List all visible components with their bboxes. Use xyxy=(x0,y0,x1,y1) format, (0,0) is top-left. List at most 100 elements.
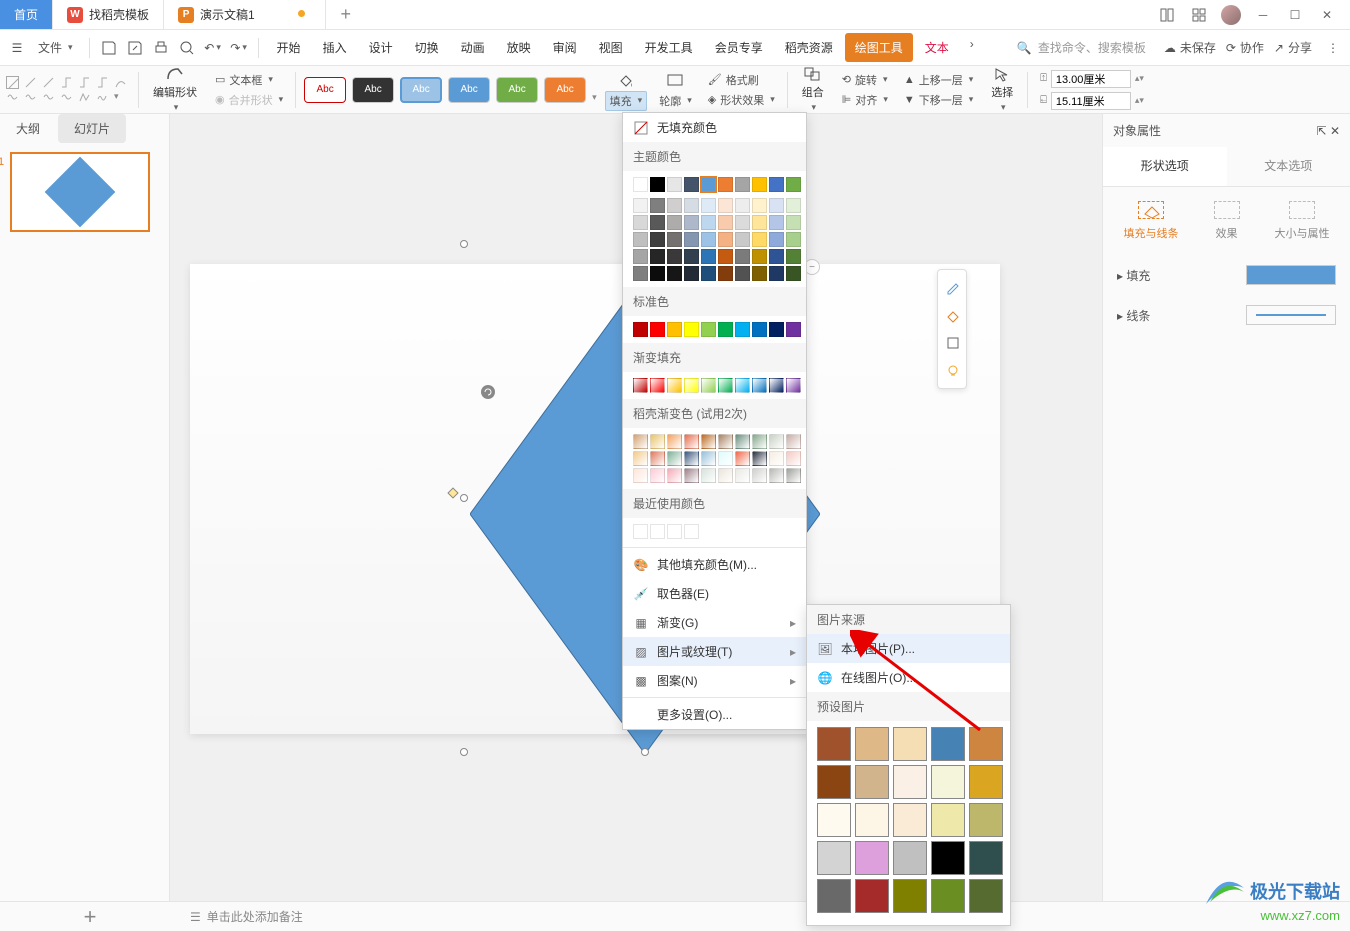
color-swatch[interactable] xyxy=(667,249,682,264)
tab-member[interactable]: 会员专享 xyxy=(705,33,773,62)
color-swatch[interactable] xyxy=(650,322,665,337)
color-swatch[interactable] xyxy=(769,177,784,192)
gradient-swatch[interactable] xyxy=(735,451,750,466)
edit-shape-button[interactable]: 编辑形状 xyxy=(147,64,203,115)
connector-icon[interactable] xyxy=(60,76,73,89)
pattern-item[interactable]: ▩图案(N)▸ xyxy=(623,666,806,695)
tab-design[interactable]: 设计 xyxy=(359,33,403,62)
line-section[interactable]: ▸ 线条 xyxy=(1103,295,1350,335)
color-swatch[interactable] xyxy=(752,322,767,337)
notes-placeholder[interactable]: ☰ 单击此处添加备注 xyxy=(190,908,303,925)
tab-slideshow[interactable]: 放映 xyxy=(497,33,541,62)
texture-swatch[interactable] xyxy=(969,841,1003,875)
color-swatch[interactable] xyxy=(701,232,716,247)
other-fill-item[interactable]: 🎨其他填充颜色(M)... xyxy=(623,550,806,579)
redo-icon[interactable]: ↷ xyxy=(228,37,250,59)
color-swatch[interactable] xyxy=(650,249,665,264)
shadow-icon[interactable] xyxy=(942,332,964,354)
style-preset-3[interactable]: Abc xyxy=(400,77,442,103)
fill-dropdown-button[interactable]: 填充 xyxy=(605,91,648,111)
tab-presentation[interactable]: P 演示文稿1 xyxy=(164,0,326,29)
texture-swatch[interactable] xyxy=(817,879,851,913)
color-swatch[interactable] xyxy=(667,177,682,192)
connector-icon[interactable] xyxy=(78,76,91,89)
style-preset-4[interactable]: Abc xyxy=(448,77,490,103)
line-style-preview[interactable] xyxy=(1246,305,1336,325)
texture-swatch[interactable] xyxy=(931,841,965,875)
color-swatch[interactable] xyxy=(752,198,767,213)
color-swatch[interactable] xyxy=(786,266,801,281)
gradient-swatch[interactable] xyxy=(650,434,665,449)
texture-swatch[interactable] xyxy=(817,803,851,837)
local-picture-item[interactable]: 🖼本地图片(P)... xyxy=(807,634,1010,663)
text-options-tab[interactable]: 文本选项 xyxy=(1227,147,1350,186)
new-tab-button[interactable]: + xyxy=(326,0,366,29)
gallery-expand-icon[interactable]: ▾ xyxy=(114,91,130,104)
gradient-swatch[interactable] xyxy=(633,451,648,466)
fill-section[interactable]: ▸ 填充 xyxy=(1103,255,1350,295)
gradient-swatch[interactable] xyxy=(633,378,648,393)
curve-icon[interactable] xyxy=(60,91,73,104)
gallery-expand-icon[interactable]: ▾ xyxy=(592,92,597,103)
texture-swatch[interactable] xyxy=(855,803,889,837)
gradient-swatch[interactable] xyxy=(667,451,682,466)
texture-swatch[interactable] xyxy=(969,765,1003,799)
color-swatch[interactable] xyxy=(701,322,716,337)
close-button[interactable]: ✕ xyxy=(1312,1,1342,29)
text-box-button[interactable]: ▭文本框 xyxy=(211,71,287,89)
rotate-button[interactable]: ⟲旋转 xyxy=(838,71,892,89)
gradient-swatch[interactable] xyxy=(684,378,699,393)
gradient-swatch[interactable] xyxy=(786,468,801,483)
color-swatch[interactable] xyxy=(633,266,648,281)
color-swatch[interactable] xyxy=(718,198,733,213)
picture-texture-item[interactable]: ▨图片或纹理(T)▸ xyxy=(623,637,806,666)
handle-left-bottom[interactable] xyxy=(460,748,468,756)
gradient-swatch[interactable] xyxy=(701,434,716,449)
fill-line-subtab[interactable]: 填充与线条 xyxy=(1124,201,1179,241)
gradient-swatch[interactable] xyxy=(718,434,733,449)
texture-swatch[interactable] xyxy=(893,879,927,913)
gradient-swatch[interactable] xyxy=(786,434,801,449)
curve-icon[interactable] xyxy=(42,91,55,104)
maximize-button[interactable]: ☐ xyxy=(1280,1,1310,29)
color-swatch[interactable] xyxy=(650,198,665,213)
add-slide-button[interactable]: + xyxy=(10,904,170,930)
preview-icon[interactable] xyxy=(176,37,198,59)
more-settings-item[interactable]: 更多设置(O)... xyxy=(623,700,806,729)
height-input[interactable] xyxy=(1051,70,1131,88)
gradient-swatch[interactable] xyxy=(684,468,699,483)
freeform-icon[interactable] xyxy=(78,91,91,104)
texture-swatch[interactable] xyxy=(817,841,851,875)
menu-icon[interactable]: ☰ xyxy=(6,37,28,59)
width-input[interactable] xyxy=(1051,92,1131,110)
texture-swatch[interactable] xyxy=(931,765,965,799)
share-button[interactable]: ↗分享 xyxy=(1274,39,1312,56)
color-swatch[interactable] xyxy=(684,198,699,213)
slide-thumbnail-1[interactable]: 1 xyxy=(10,152,150,232)
color-swatch[interactable] xyxy=(650,232,665,247)
color-swatch[interactable] xyxy=(667,215,682,230)
tab-text-tools[interactable]: 文本 xyxy=(915,33,959,62)
size-subtab[interactable]: 大小与属性 xyxy=(1275,201,1330,241)
texture-swatch[interactable] xyxy=(893,803,927,837)
save-icon[interactable] xyxy=(98,37,120,59)
color-swatch[interactable] xyxy=(718,232,733,247)
line-icon[interactable] xyxy=(24,76,37,89)
color-swatch[interactable] xyxy=(650,177,665,192)
color-swatch[interactable] xyxy=(684,524,699,539)
curve-icon[interactable] xyxy=(114,76,127,89)
tab-view[interactable]: 视图 xyxy=(589,33,633,62)
color-swatch[interactable] xyxy=(769,198,784,213)
outline-tab[interactable]: 大纲 xyxy=(0,114,56,143)
effects-subtab[interactable]: 效果 xyxy=(1214,201,1240,241)
curve-icon[interactable] xyxy=(24,91,37,104)
handle-adjust[interactable] xyxy=(447,487,458,498)
tab-review[interactable]: 审阅 xyxy=(543,33,587,62)
color-swatch[interactable] xyxy=(701,249,716,264)
tab-animation[interactable]: 动画 xyxy=(451,33,495,62)
color-swatch[interactable] xyxy=(701,266,716,281)
gradient-swatch[interactable] xyxy=(769,434,784,449)
saveas-icon[interactable] xyxy=(124,37,146,59)
color-swatch[interactable] xyxy=(701,177,716,192)
undo-icon[interactable]: ↶ xyxy=(202,37,224,59)
